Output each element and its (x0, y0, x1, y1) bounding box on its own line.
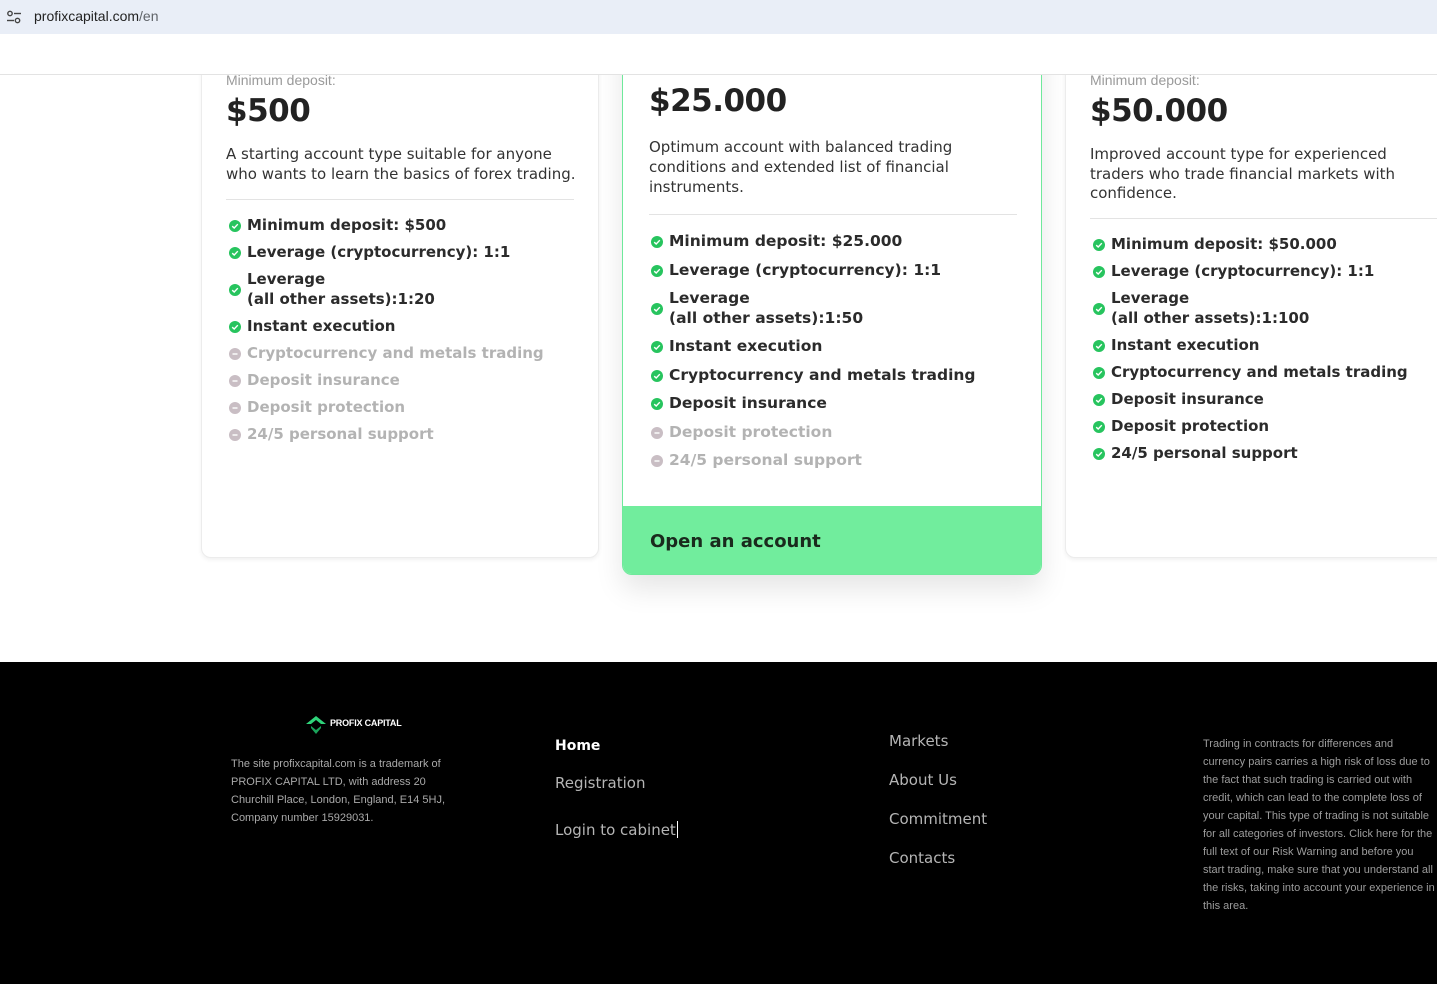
check-icon (651, 264, 663, 277)
open-account-button[interactable]: Open an account (623, 506, 1041, 574)
feature-item: Deposit protection (1093, 417, 1437, 437)
account-card-improved: Minimum deposit: $50.000 Improved accoun… (1065, 75, 1437, 558)
feature-item: Minimum deposit: $500 (229, 216, 589, 236)
feature-item: Deposit protection (229, 398, 589, 418)
url-field[interactable]: profixcapital.com/en (34, 8, 159, 24)
feature-item: Leverage (all other assets):1:50 (651, 289, 1031, 328)
footer-link-about[interactable]: About Us (889, 771, 957, 789)
check-icon (651, 236, 663, 248)
footer-link-commitment[interactable]: Commitment (889, 810, 987, 828)
footer-link-home[interactable]: Home (555, 738, 600, 754)
check-icon (651, 303, 663, 315)
footer-link-contacts[interactable]: Contacts (889, 849, 955, 867)
account-card-starter: Minimum deposit: $500 A starting account… (201, 75, 599, 558)
feature-item: Cryptocurrency and metals trading (651, 366, 1031, 386)
divider (226, 199, 574, 200)
feature-list: Minimum deposit: $500 Leverage (cryptocu… (229, 216, 589, 452)
check-icon (229, 220, 241, 232)
feature-item: Instant execution (229, 317, 589, 337)
minus-icon (229, 428, 241, 441)
feature-item: Instant execution (651, 337, 1031, 357)
tune-icon[interactable] (6, 9, 22, 25)
feature-item: Leverage (cryptocurrency): 1:1 (1093, 262, 1437, 282)
check-icon (229, 247, 241, 259)
feature-item: Cryptocurrency and metals trading (1093, 363, 1437, 383)
logo-icon (306, 716, 326, 734)
feature-item: 24/5 personal support (1093, 444, 1437, 464)
feature-item: Cryptocurrency and metals trading (229, 344, 589, 364)
check-icon (1093, 339, 1105, 352)
minus-icon (229, 401, 241, 414)
check-icon (651, 369, 663, 382)
feature-item: Minimum deposit: $25.000 (651, 232, 1031, 252)
feature-item: Leverage (all other assets):1:100 (1093, 289, 1437, 328)
feature-list: Minimum deposit: $25.000 Leverage (crypt… (651, 232, 1031, 480)
footer-link-markets[interactable]: Markets (889, 732, 948, 750)
check-icon (1093, 266, 1105, 278)
account-card-optimum: $25.000 Optimum account with balanced tr… (622, 75, 1042, 575)
feature-item: Deposit insurance (1093, 390, 1437, 410)
feature-item: Leverage (all other assets):1:20 (229, 270, 589, 309)
feature-list: Minimum deposit: $50.000 Leverage (crypt… (1093, 235, 1437, 471)
footer-link-registration[interactable]: Registration (555, 774, 645, 792)
account-price: $25.000 (649, 83, 787, 119)
feature-item: 24/5 personal support (651, 451, 1031, 471)
url-host: profixcapital.com (34, 8, 140, 24)
browser-address-bar: profixcapital.com/en (0, 0, 1437, 34)
url-path: /en (139, 8, 159, 24)
check-icon (1093, 393, 1105, 406)
account-description: Optimum account with balanced trading co… (649, 138, 953, 196)
min-deposit-label: Minimum deposit: (226, 75, 336, 88)
account-plans-section: Minimum deposit: $500 A starting account… (0, 75, 1437, 662)
check-icon (229, 320, 241, 333)
min-deposit-label: Minimum deposit: (1090, 75, 1200, 88)
check-icon (1093, 239, 1105, 251)
account-description: Improved account type for experienced tr… (1090, 145, 1396, 202)
feature-item: Deposit protection (651, 423, 1031, 443)
text-cursor (676, 821, 678, 838)
account-price: $50.000 (1090, 93, 1228, 129)
check-icon (651, 341, 663, 353)
site-header (0, 34, 1437, 75)
minus-icon (229, 374, 241, 387)
check-icon (229, 284, 241, 296)
divider (649, 214, 1017, 215)
feature-item: Minimum deposit: $50.000 (1093, 235, 1437, 255)
footer-link-login-label: Login to cabinet (555, 821, 676, 839)
account-description: A starting account type suitable for any… (226, 145, 576, 183)
feature-item: Leverage (cryptocurrency): 1:1 (229, 243, 589, 263)
risk-warning: Trading in contracts for differences and… (1203, 738, 1435, 912)
minus-icon (651, 455, 663, 467)
check-icon (1093, 366, 1105, 379)
check-icon (1093, 303, 1105, 315)
logo-text: PROFIX CAPITAL (330, 718, 402, 728)
divider (1090, 218, 1437, 219)
minus-icon (651, 426, 663, 439)
company-info: The site profixcapital.com is a trademar… (231, 758, 446, 824)
check-icon (1093, 420, 1105, 433)
account-price: $500 (226, 93, 311, 129)
minus-icon (229, 347, 241, 360)
footer-link-login[interactable]: Login to cabinet (555, 821, 678, 839)
check-icon (651, 398, 663, 410)
feature-item: Leverage (cryptocurrency): 1:1 (651, 261, 1031, 281)
feature-item: 24/5 personal support (229, 425, 589, 445)
feature-item: Deposit insurance (651, 394, 1031, 414)
footer-logo[interactable]: PROFIX CAPITAL (305, 715, 402, 735)
site-footer: PROFIX CAPITAL The site profixcapital.co… (0, 662, 1437, 984)
feature-item: Instant execution (1093, 336, 1437, 356)
check-icon (1093, 447, 1105, 460)
feature-item: Deposit insurance (229, 371, 589, 391)
